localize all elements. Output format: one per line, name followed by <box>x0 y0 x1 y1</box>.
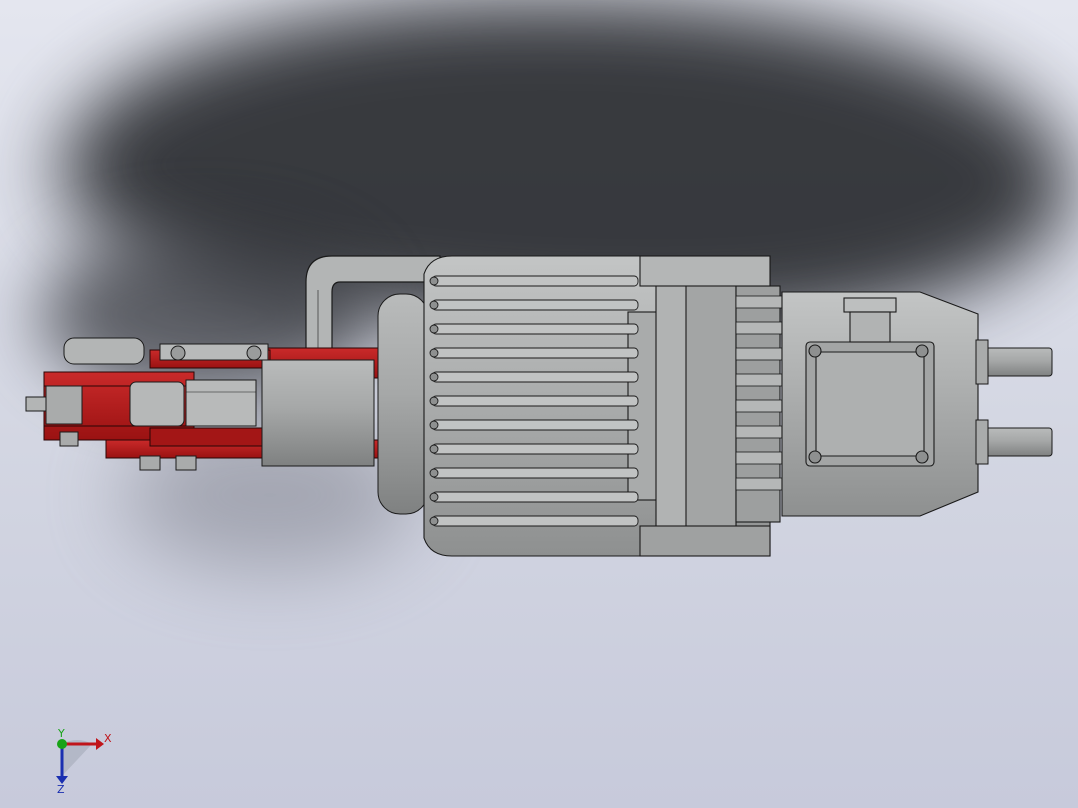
shaft-rods <box>975 339 1053 465</box>
fin-end-cap <box>429 492 439 502</box>
axis-triad[interactable]: X Y Z <box>40 728 120 794</box>
cooling-fin <box>431 323 639 335</box>
x-axis-label: X <box>104 732 112 745</box>
fin-end-cap <box>429 300 439 310</box>
flange-rib <box>735 451 783 465</box>
fin-end-cap <box>429 420 439 430</box>
cooling-fin <box>431 515 639 527</box>
terminal-box <box>781 291 979 517</box>
fin-end-cap <box>429 348 439 358</box>
graphics-viewport[interactable]: X Y Z <box>0 0 1078 808</box>
flange-rib <box>735 425 783 439</box>
cooling-fin <box>431 395 639 407</box>
cooling-fin <box>431 371 639 383</box>
cooling-fin <box>431 443 639 455</box>
flange-rib <box>735 477 783 491</box>
flange-rib <box>735 295 783 309</box>
z-axis-label: Z <box>57 783 65 794</box>
cooling-fin <box>431 275 639 287</box>
y-axis-label: Y <box>57 728 65 740</box>
flange-rib <box>735 399 783 413</box>
flange-rib <box>735 373 783 387</box>
cooling-fin <box>431 467 639 479</box>
cooling-fin <box>431 491 639 503</box>
cooling-fin <box>431 419 639 431</box>
fin-end-cap <box>429 276 439 286</box>
fin-end-cap <box>429 468 439 478</box>
cooling-fin <box>431 347 639 359</box>
fin-end-cap <box>429 516 439 526</box>
model-3d-view[interactable] <box>0 0 1078 808</box>
hydraulic-cylinder <box>261 293 429 515</box>
fin-end-cap <box>429 324 439 334</box>
piston-rod <box>185 379 257 427</box>
x-axis-arrow <box>96 738 104 750</box>
flange-rib <box>735 321 783 335</box>
fin-end-cap <box>429 444 439 454</box>
y-axis-point <box>57 739 67 749</box>
cooling-fin <box>431 299 639 311</box>
fin-end-cap <box>429 372 439 382</box>
fin-end-cap <box>429 396 439 406</box>
flange-rib <box>735 347 783 361</box>
